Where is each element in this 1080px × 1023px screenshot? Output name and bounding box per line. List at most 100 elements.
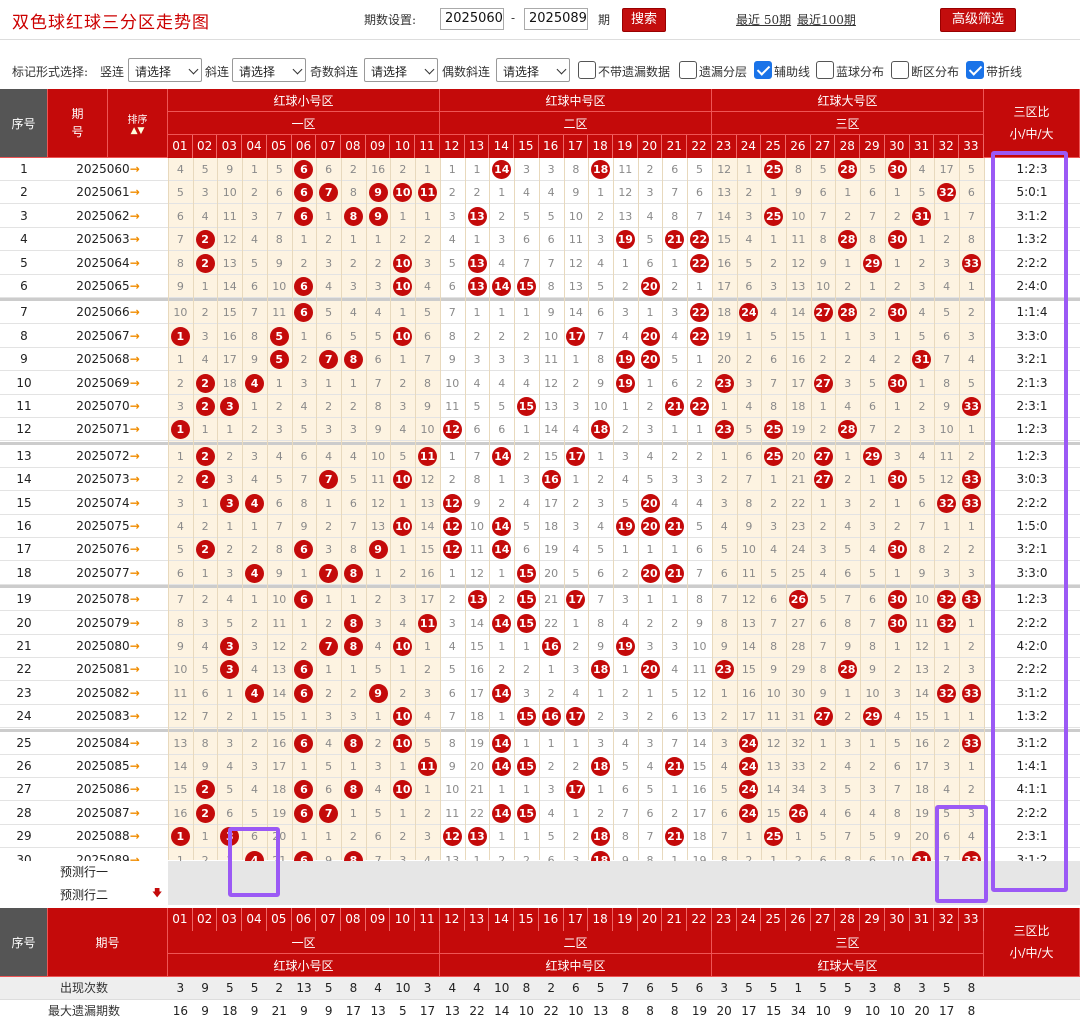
advanced-filter-button[interactable]: 高级筛选	[940, 8, 1016, 32]
row-period[interactable]: 2025080→	[48, 635, 168, 658]
omission-cell: 9	[251, 353, 259, 367]
row-period[interactable]: 2025078→	[48, 588, 168, 611]
omission-cell: 3	[893, 686, 901, 700]
row-period[interactable]: 2025084→	[48, 732, 168, 755]
number-header-32: 32	[934, 908, 960, 931]
blue-dist-checkbox[interactable]	[816, 61, 834, 79]
omission-cell: 3	[226, 736, 234, 750]
aux-line-checkbox[interactable]	[754, 61, 772, 79]
omission-cell: 6	[844, 806, 852, 820]
polyline-checkbox[interactable]	[966, 61, 984, 79]
red-ball: 2	[195, 373, 215, 393]
omission-cell: 6	[844, 566, 852, 580]
omission-cell: 12	[914, 640, 929, 653]
row-period[interactable]: 2025076→	[48, 538, 168, 561]
odd-diagonal-select[interactable]: 请选择	[364, 58, 438, 82]
recent-100-link[interactable]: 最近100期	[797, 11, 856, 28]
omission-cell: 7	[943, 353, 951, 367]
omission-cell: 10	[816, 280, 831, 293]
diagonal-link-select[interactable]: 请选择	[232, 58, 306, 82]
row-period[interactable]: 2025063→	[48, 228, 168, 251]
appear-value: 6	[646, 981, 654, 995]
appear-value: 3	[720, 981, 728, 995]
omission-cell: 5	[918, 329, 926, 343]
row-period[interactable]: 2025062→	[48, 205, 168, 228]
prediction-row-1[interactable]: 预测行一	[0, 861, 168, 883]
row-period[interactable]: 2025069→	[48, 372, 168, 395]
row-period[interactable]: 2025067→	[48, 325, 168, 348]
omission-cell: 4	[572, 543, 580, 557]
row-seq: 15	[16, 495, 32, 510]
omission-cell: 1	[498, 830, 506, 844]
row-period[interactable]: 2025068→	[48, 348, 168, 371]
omission-cell: 7	[275, 520, 283, 533]
omission-cell: 2	[646, 163, 654, 176]
red-ball: 23	[714, 373, 734, 393]
row-period[interactable]: 2025079→	[48, 612, 168, 635]
row-period[interactable]: 2025066→	[48, 301, 168, 324]
row-period[interactable]: 2025072→	[48, 445, 168, 468]
omission-cell: 5	[325, 306, 333, 320]
row-period[interactable]: 2025074→	[48, 492, 168, 515]
omission-cell: 15	[222, 306, 237, 320]
row-period[interactable]: 2025070→	[48, 395, 168, 418]
row-period[interactable]: 2025073→	[48, 468, 168, 491]
prediction-row-2[interactable]: 预测行二	[0, 884, 168, 906]
period-from-input[interactable]: 2025060	[440, 8, 504, 30]
omission-cell: 2	[522, 449, 530, 463]
expand-down-icon[interactable]: 🡇	[152, 886, 162, 903]
arrow-right-icon: →	[129, 592, 140, 607]
omission-cell: 7	[646, 830, 654, 844]
row-period[interactable]: 2025086→	[48, 778, 168, 801]
omission-cell: 4	[349, 449, 357, 463]
grid-line	[884, 158, 886, 860]
area1-header: 一区	[168, 112, 440, 135]
vertical-link-select[interactable]: 请选择	[128, 58, 202, 82]
omission-cell: 13	[766, 760, 781, 773]
red-ball: 10	[393, 253, 413, 273]
omission-cell: 7	[522, 256, 530, 270]
row-period[interactable]: 2025064→	[48, 252, 168, 275]
row-period[interactable]: 2025065→	[48, 275, 168, 298]
row-period[interactable]: 2025082→	[48, 682, 168, 705]
no-omission-checkbox[interactable]	[578, 61, 596, 79]
break-zone-checkbox[interactable]	[891, 61, 909, 79]
row-period[interactable]: 2025060→	[48, 158, 168, 181]
row-period[interactable]: 2025071→	[48, 418, 168, 441]
row-seq: 23	[16, 685, 32, 700]
omission-cell: 14	[568, 306, 583, 320]
period-to-input[interactable]: 2025089	[524, 8, 588, 30]
omission-cell: 11	[371, 473, 386, 487]
omission-cell: 4	[522, 376, 530, 390]
omission-cell: 14	[914, 686, 929, 700]
red-ball: 10	[393, 326, 413, 346]
omission-cell: 11	[618, 163, 633, 176]
row-period[interactable]: 2025061→	[48, 181, 168, 204]
period-text: 2025060	[76, 162, 130, 176]
row-period[interactable]: 2025085→	[48, 755, 168, 778]
omission-cell: 5	[967, 163, 975, 176]
search-button[interactable]: 搜索	[622, 8, 666, 32]
red-ball: 30	[887, 160, 907, 179]
omission-cell: 2	[349, 163, 357, 176]
omission-cell: 5	[547, 830, 555, 844]
omission-layer-checkbox[interactable]	[679, 61, 697, 79]
omission-cell: 1	[819, 329, 827, 343]
sort-button[interactable]: 排序 ▲▼	[108, 89, 168, 158]
appear-value: 5	[225, 981, 234, 995]
zone-small-header: 红球小号区	[168, 89, 440, 112]
row-period[interactable]: 2025088→	[48, 825, 168, 848]
period-setting-label: 期数设置:	[364, 13, 417, 27]
omission-cell: 7	[869, 616, 877, 630]
even-diagonal-select[interactable]: 请选择	[496, 58, 570, 82]
number-header-01: 01	[168, 908, 193, 931]
row-period[interactable]: 2025075→	[48, 515, 168, 538]
row-period[interactable]: 2025081→	[48, 658, 168, 681]
omission-cell: 3	[943, 760, 951, 773]
row-period[interactable]: 2025083→	[48, 705, 168, 728]
omission-cell: 7	[300, 473, 308, 487]
row-period[interactable]: 2025087→	[48, 802, 168, 825]
recent-50-link[interactable]: 最近 50期	[736, 11, 791, 28]
row-period[interactable]: 2025077→	[48, 562, 168, 585]
red-ball: 27	[813, 303, 833, 323]
